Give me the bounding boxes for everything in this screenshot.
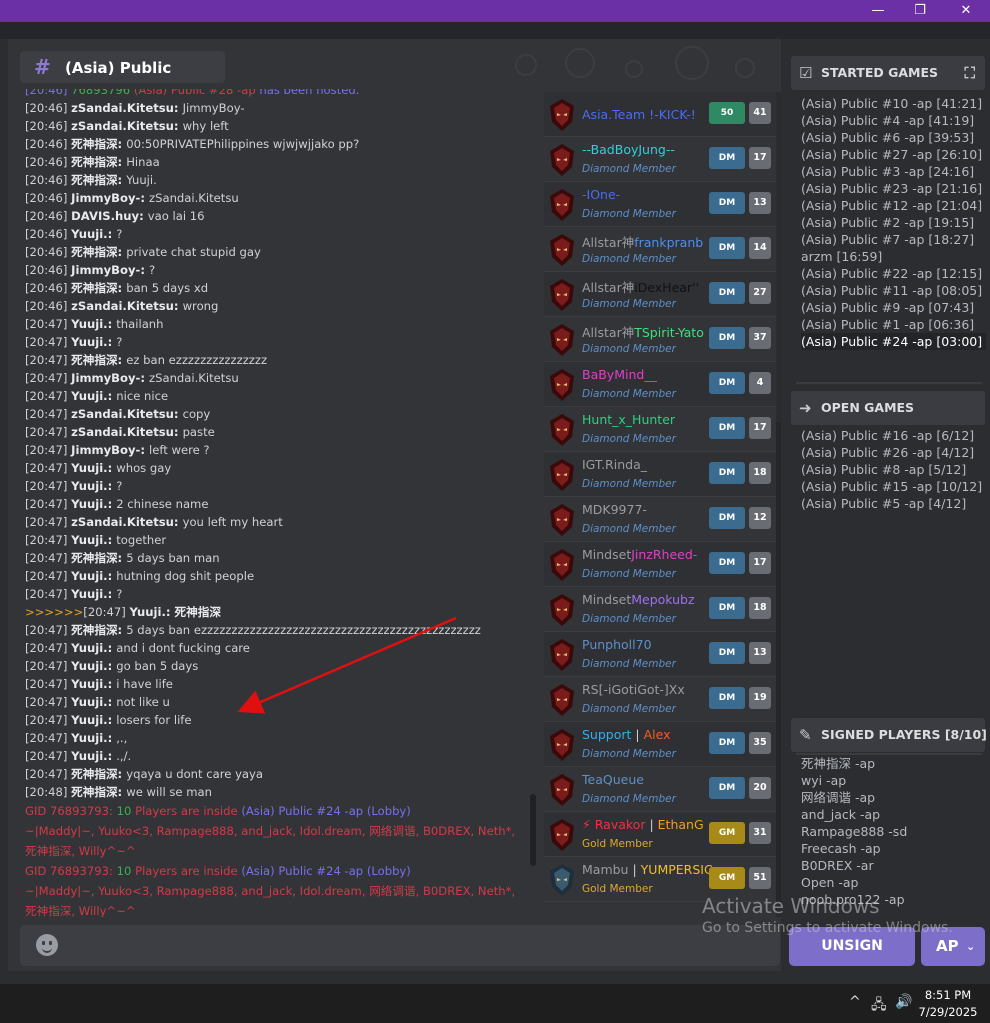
annotation-arrow	[237, 616, 457, 714]
